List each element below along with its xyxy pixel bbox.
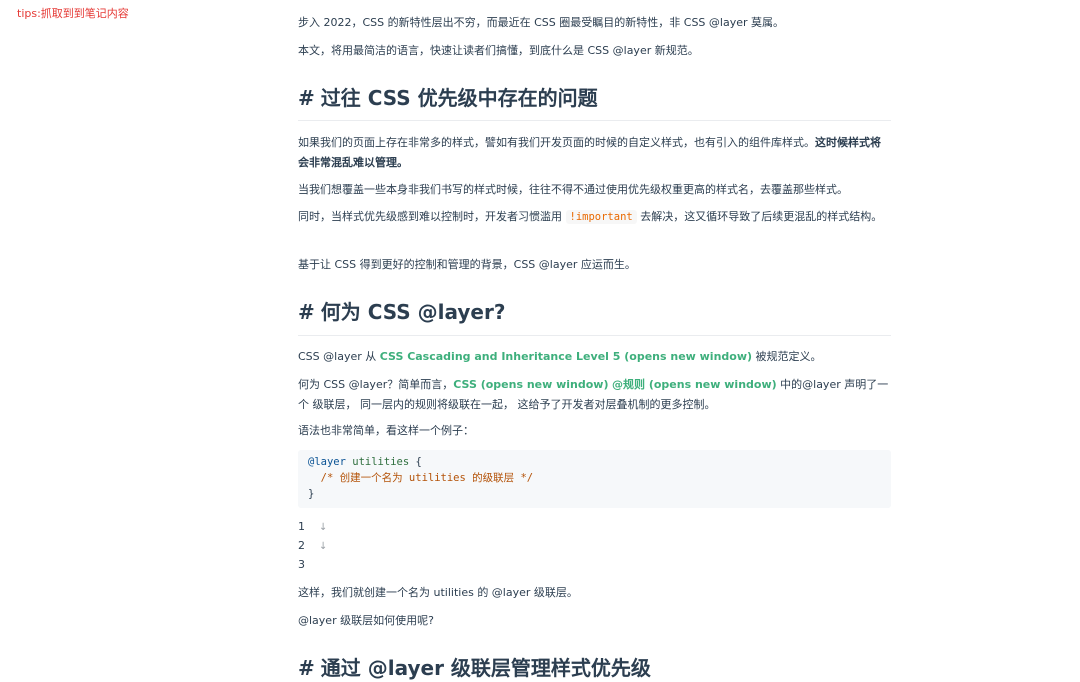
bold-punct: 。 [397, 156, 408, 169]
section-heading-what-is-layer: # 何为 CSS @layer? [298, 298, 891, 326]
section1-paragraph-3: 同时，当样式优先级感到难以控制时，开发者习惯滥用 !important 去解决，… [298, 207, 891, 227]
code-line-3: } [308, 488, 315, 500]
code-line-2: /* 创建一个名为 utilities 的级联层 */ [308, 472, 534, 484]
link-css[interactable]: CSS (opens new window) [453, 378, 608, 391]
section1-paragraph-2: 当我们想覆盖一些本身非我们书写的样式时候，往往不得不通过使用优先级权重更高的样式… [298, 183, 848, 196]
line-number-row: 3 [298, 555, 305, 574]
down-arrow-icon: ↓ [319, 541, 328, 552]
section2-paragraph-2: 何为 CSS @layer？简单而言，CSS (opens new window… [298, 375, 891, 415]
code-block: @layer utilities { /* 创建一个名为 utilities 的… [298, 450, 891, 508]
heading-anchor[interactable]: # [298, 300, 315, 324]
heading-divider [298, 120, 891, 121]
inline-code-important: !important [565, 210, 637, 224]
line-number: 3 [298, 558, 305, 571]
link-css-cascade-level-5[interactable]: CSS Cascading and Inheritance Level 5 (o… [380, 350, 752, 363]
section-heading-manage-priority: # 通过 @layer 级联层管理样式优先级 [298, 654, 891, 682]
heading-title: 通过 @layer 级联层管理样式优先级 [320, 656, 651, 680]
section1-paragraph-4: 基于让 CSS 得到更好的控制和管理的背景，CSS @layer 应运而生。 [298, 258, 636, 271]
section-heading-css-priority-problems: # 过往 CSS 优先级中存在的问题 [298, 84, 891, 112]
heading-divider [298, 335, 891, 336]
line-number-row: 2 ↓ [298, 536, 327, 556]
code-identifier: utilities [345, 456, 410, 468]
intro-paragraph-2: 本文，将用最简洁的语言，快速让读者们搞懂，到底什么是 CSS @layer 新规… [298, 44, 699, 57]
text: 同时，当样式优先级感到难以控制时，开发者习惯滥用 [298, 210, 566, 223]
section2-paragraph-5: @layer 级联层如何使用呢? [298, 614, 434, 627]
text: 去解决，这又循环导致了后续更混乱的样式结构。 [636, 210, 883, 223]
tips-label: tips:抓取到到笔记内容 [17, 7, 129, 20]
code-keyword: @layer [308, 456, 346, 468]
line-number-row: 1 ↓ [298, 517, 327, 537]
heading-title: 何为 CSS @layer? [320, 300, 506, 324]
code-brace: { [409, 456, 422, 468]
section2-paragraph-1: CSS @layer 从 CSS Cascading and Inheritan… [298, 347, 891, 367]
section1-paragraph-1: 如果我们的页面上存在非常多的样式，譬如有我们开发页面的时候的自定义样式，也有引入… [298, 133, 891, 173]
down-arrow-icon: ↓ [319, 522, 328, 533]
code-line-1: @layer utilities { [308, 454, 422, 470]
heading-title: 过往 CSS 优先级中存在的问题 [320, 86, 598, 110]
line-number: 2 [298, 539, 305, 552]
heading-anchor[interactable]: # [298, 86, 315, 110]
text: 何为 CSS @layer？简单而言， [298, 378, 454, 391]
text: CSS @layer 从 [298, 350, 380, 363]
intro-paragraph-1: 步入 2022，CSS 的新特性层出不穷，而最近在 CSS 圈最受瞩目的新特性，… [298, 16, 785, 29]
text: 被规范定义。 [752, 350, 822, 363]
text: 如果我们的页面上存在非常多的样式，譬如有我们开发页面的时候的自定义样式，也有引入… [298, 136, 815, 149]
line-number: 1 [298, 520, 305, 533]
section2-paragraph-3: 语法也非常简单，看这样一个例子： [298, 424, 474, 437]
section2-paragraph-4: 这样，我们就创建一个名为 utilities 的 @layer 级联层。 [298, 586, 578, 599]
link-at-rule[interactable]: @规则 (opens new window) [612, 378, 777, 391]
heading-anchor[interactable]: # [298, 656, 315, 680]
